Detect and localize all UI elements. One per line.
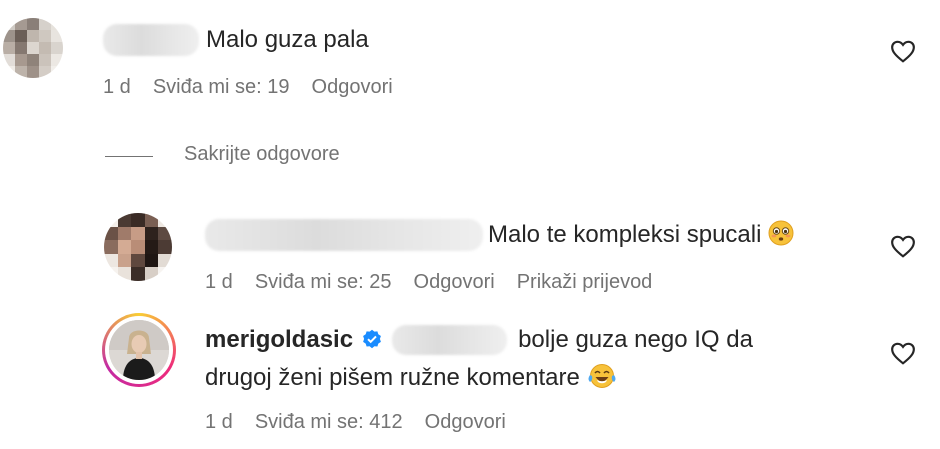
username-redacted[interactable]: [205, 219, 483, 251]
flushed-face-emoji: [768, 220, 794, 246]
reply-timestamp: 1 d: [205, 411, 233, 433]
reply-avatar-pixelated[interactable]: [104, 213, 172, 281]
reply-text-line2: drugoj ženi pišem ružne komentare: [205, 364, 580, 391]
like-count-button[interactable]: Sviđa mi se: 25: [255, 271, 392, 294]
username-redacted[interactable]: [103, 24, 199, 56]
commenter-avatar-pixelated[interactable]: [3, 18, 63, 78]
see-translation-button[interactable]: Prikaži prijevod: [517, 271, 653, 294]
tears-of-joy-emoji: [587, 363, 617, 389]
mentioned-username-redacted[interactable]: [392, 325, 508, 355]
reply-button[interactable]: Odgovori: [414, 271, 495, 294]
verified-badge-icon: [362, 324, 382, 349]
reply-line-2: drugoj ženi pišem ružne komentare: [205, 360, 617, 396]
profile-photo: [109, 320, 169, 380]
reply-button[interactable]: Odgovori: [425, 411, 506, 434]
comment-meta: 1 d Sviđa mi se: 19 Odgovori: [103, 76, 393, 99]
heart-outline-icon[interactable]: [890, 39, 916, 63]
like-count-button[interactable]: Sviđa mi se: 19: [153, 76, 290, 99]
heart-outline-icon[interactable]: [890, 341, 916, 365]
replies-divider-line: [105, 156, 153, 157]
heart-outline-icon[interactable]: [890, 234, 916, 258]
hide-replies-button[interactable]: Sakrijte odgovore: [184, 143, 340, 166]
reply-timestamp: 1 d: [205, 271, 233, 293]
comment-text: Malo guza pala: [206, 26, 369, 53]
reply-meta: 1 d Sviđa mi se: 412 Odgovori: [205, 411, 506, 434]
reply-text: Malo te kompleksi spucali: [488, 217, 794, 253]
comment-timestamp: 1 d: [103, 76, 131, 98]
reply-meta: 1 d Sviđa mi se: 25 Odgovori Prikaži pri…: [205, 271, 652, 294]
story-ring-avatar[interactable]: [102, 313, 176, 387]
username-link[interactable]: merigoldasic: [205, 326, 353, 353]
reply-text-line1: bolje guza nego IQ da: [518, 326, 753, 353]
like-count-button[interactable]: Sviđa mi se: 412: [255, 411, 403, 434]
reply-line-1: merigoldasic bolje guza nego IQ da: [205, 322, 753, 358]
reply-button[interactable]: Odgovori: [312, 76, 393, 99]
reply-text-body: Malo te kompleksi spucali: [488, 221, 762, 248]
